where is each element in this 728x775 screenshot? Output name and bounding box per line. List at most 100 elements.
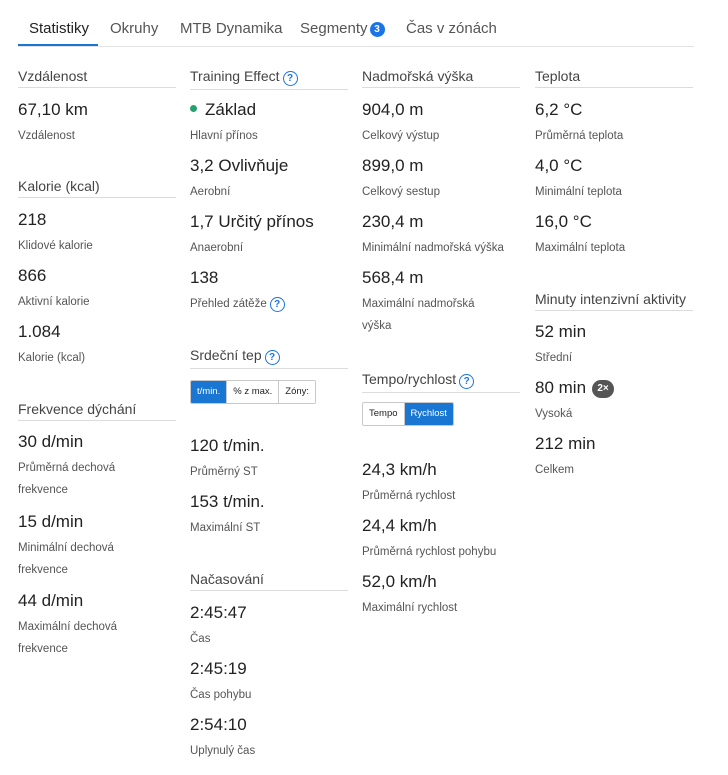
stat-label: Klidové kalorie [18,240,93,252]
stat-value: 866 [18,266,47,285]
stat-label: Čas [190,633,211,645]
help-icon[interactable]: ? [282,71,298,86]
toggle-percent-max[interactable]: % z max. [226,381,279,403]
multiplier-badge: 2× [592,380,615,398]
stat-value: 3,2 Ovlivňuje [190,156,289,175]
benefit-dot-icon [190,105,197,112]
stat-value: 30 d/min [18,432,84,451]
pace-speed-toggle: Tempo Rychlost [362,402,454,426]
stat-value: 2:45:19 [190,659,247,678]
toggle-speed[interactable]: Rychlost [403,403,453,425]
stat-label: Anaerobní [190,242,244,254]
stat-max-hr: 153 t/min. Maximální ST [190,492,360,539]
stat-value: 1.084 [18,322,61,341]
stat-label: Střední [535,352,573,364]
stat-label: Maximální rychlost [362,602,458,614]
stat-descent: 899,0 m Celkový sestup [362,156,532,203]
stat-load: 138 Přehled zátěže? [190,268,360,315]
stat-value: 904,0 m [362,100,424,119]
stat-value-text: 80 min [535,378,587,397]
stat-label: Celkový výstup [362,130,440,142]
stat-label: Vzdálenost [18,130,75,142]
stat-value: 1,7 Určitý přínos [190,212,314,231]
stat-label: Minimální teplota [535,186,622,198]
stat-max-elevation: 568,4 m Maximální nadmořská výška [362,268,502,337]
section-calories: Kalorie (kcal) [18,178,176,198]
section-title: Vzdálenost [18,68,176,88]
stat-min-elevation: 230,4 m Minimální nadmořská výška [362,212,532,259]
stat-primary-benefit: Základ Hlavní přínos [190,100,360,147]
tab-bar: Statistiky Okruhy MTB Dynamika Segmenty 3… [18,10,694,47]
toggle-bpm[interactable]: t/min. [191,381,227,403]
active-tab-indicator [18,44,98,46]
stat-total-minutes: 212 min Celkem [535,434,705,481]
stat-value: 24,4 km/h [362,516,437,535]
stat-label: Celkem [535,464,574,476]
help-icon[interactable]: ? [264,350,280,365]
section-intensity-minutes: Minuty intenzivní aktivity [535,291,693,311]
stat-value: 218 [18,210,47,229]
stat-min-temp: 4,0 °C Minimální teplota [535,156,705,203]
stat-total-calories: 1.084 Kalorie (kcal) [18,322,188,369]
stat-value: 153 t/min. [190,492,265,511]
toggle-pace[interactable]: Tempo [363,403,404,425]
tab-segmenty[interactable]: Segmenty 3 [300,20,385,37]
help-icon[interactable]: ? [459,374,475,389]
stat-aerobic: 3,2 Ovlivňuje Aerobní [190,156,360,203]
stat-label-text: Přehled zátěže [190,298,267,310]
tab-okruhy[interactable]: Okruhy [110,20,158,37]
stat-value: 4,0 °C [535,156,583,175]
stat-value: 15 d/min [18,512,84,531]
stat-value: 44 d/min [18,591,84,610]
stat-label: Hlavní přínos [190,130,258,142]
stat-ascent: 904,0 m Celkový výstup [362,100,532,147]
stat-value: Základ [190,100,360,120]
stat-label: Minimální nadmořská výška [362,242,504,254]
stat-value: 52 min [535,322,587,341]
section-title-text: Tempo/rychlost [362,371,457,387]
stat-vigorous-minutes: 80 min 2× Vysoká [535,378,705,425]
stat-value: 67,10 km [18,100,88,119]
tab-mtb-dynamika[interactable]: MTB Dynamika [180,20,283,37]
stat-value: 138 [190,268,219,287]
section-timing: Načasování [190,571,348,591]
section-temperature: Teplota [535,68,693,88]
section-title: Kalorie (kcal) [18,178,176,198]
stat-value: 2:54:10 [190,715,247,734]
stat-label: Minimální dechová frekvence [18,542,114,576]
section-title: Frekvence dýchání [18,401,176,421]
stat-label: Průměrná dechová frekvence [18,462,116,496]
section-title: Srdeční tep? [190,347,348,369]
section-heart-rate: Srdeční tep? [190,347,348,369]
stat-min-breathing: 15 d/min Minimální dechová frekvence [18,512,158,581]
stat-value: 212 min [535,434,596,453]
stat-value: 16,0 °C [535,212,592,231]
stat-distance: 67,10 km Vzdálenost [18,100,188,147]
help-icon[interactable]: ? [269,297,285,312]
stat-value: 2:45:47 [190,603,247,622]
stat-label: Celkový sestup [362,186,440,198]
tab-cas-v-zonach[interactable]: Čas v zónách [406,20,497,37]
stat-label: Průměrná rychlost [362,490,456,502]
stat-moderate-minutes: 52 min Střední [535,322,705,369]
section-training-effect: Training Effect? [190,68,348,90]
stat-avg-breathing: 30 d/min Průměrná dechová frekvence [18,432,158,501]
stat-label: Maximální nadmořská výška [362,298,475,332]
section-distance: Vzdálenost [18,68,176,88]
stat-value: 6,2 °C [535,100,583,119]
tab-statistiky[interactable]: Statistiky [29,20,89,37]
tab-segmenty-label: Segmenty [300,20,368,37]
stat-label: Aerobní [190,186,231,198]
stat-value: 52,0 km/h [362,572,437,591]
stat-anaerobic: 1,7 Určitý přínos Anaerobní [190,212,360,259]
stat-label: Kalorie (kcal) [18,352,86,364]
stat-resting-calories: 218 Klidové kalorie [18,210,188,257]
stat-max-speed: 52,0 km/h Maximální rychlost [362,572,532,619]
stat-label: Průměrná rychlost pohybu [362,546,497,558]
toggle-zones[interactable]: Zóny: [278,381,316,403]
stat-elapsed-time: 2:54:10 Uplynulý čas [190,715,360,762]
stat-label: Maximální teplota [535,242,626,254]
stat-avg-hr: 120 t/min. Průměrný ST [190,436,360,483]
stat-avg-speed: 24,3 km/h Průměrná rychlost [362,460,532,507]
stat-label: Průměrný ST [190,466,258,478]
